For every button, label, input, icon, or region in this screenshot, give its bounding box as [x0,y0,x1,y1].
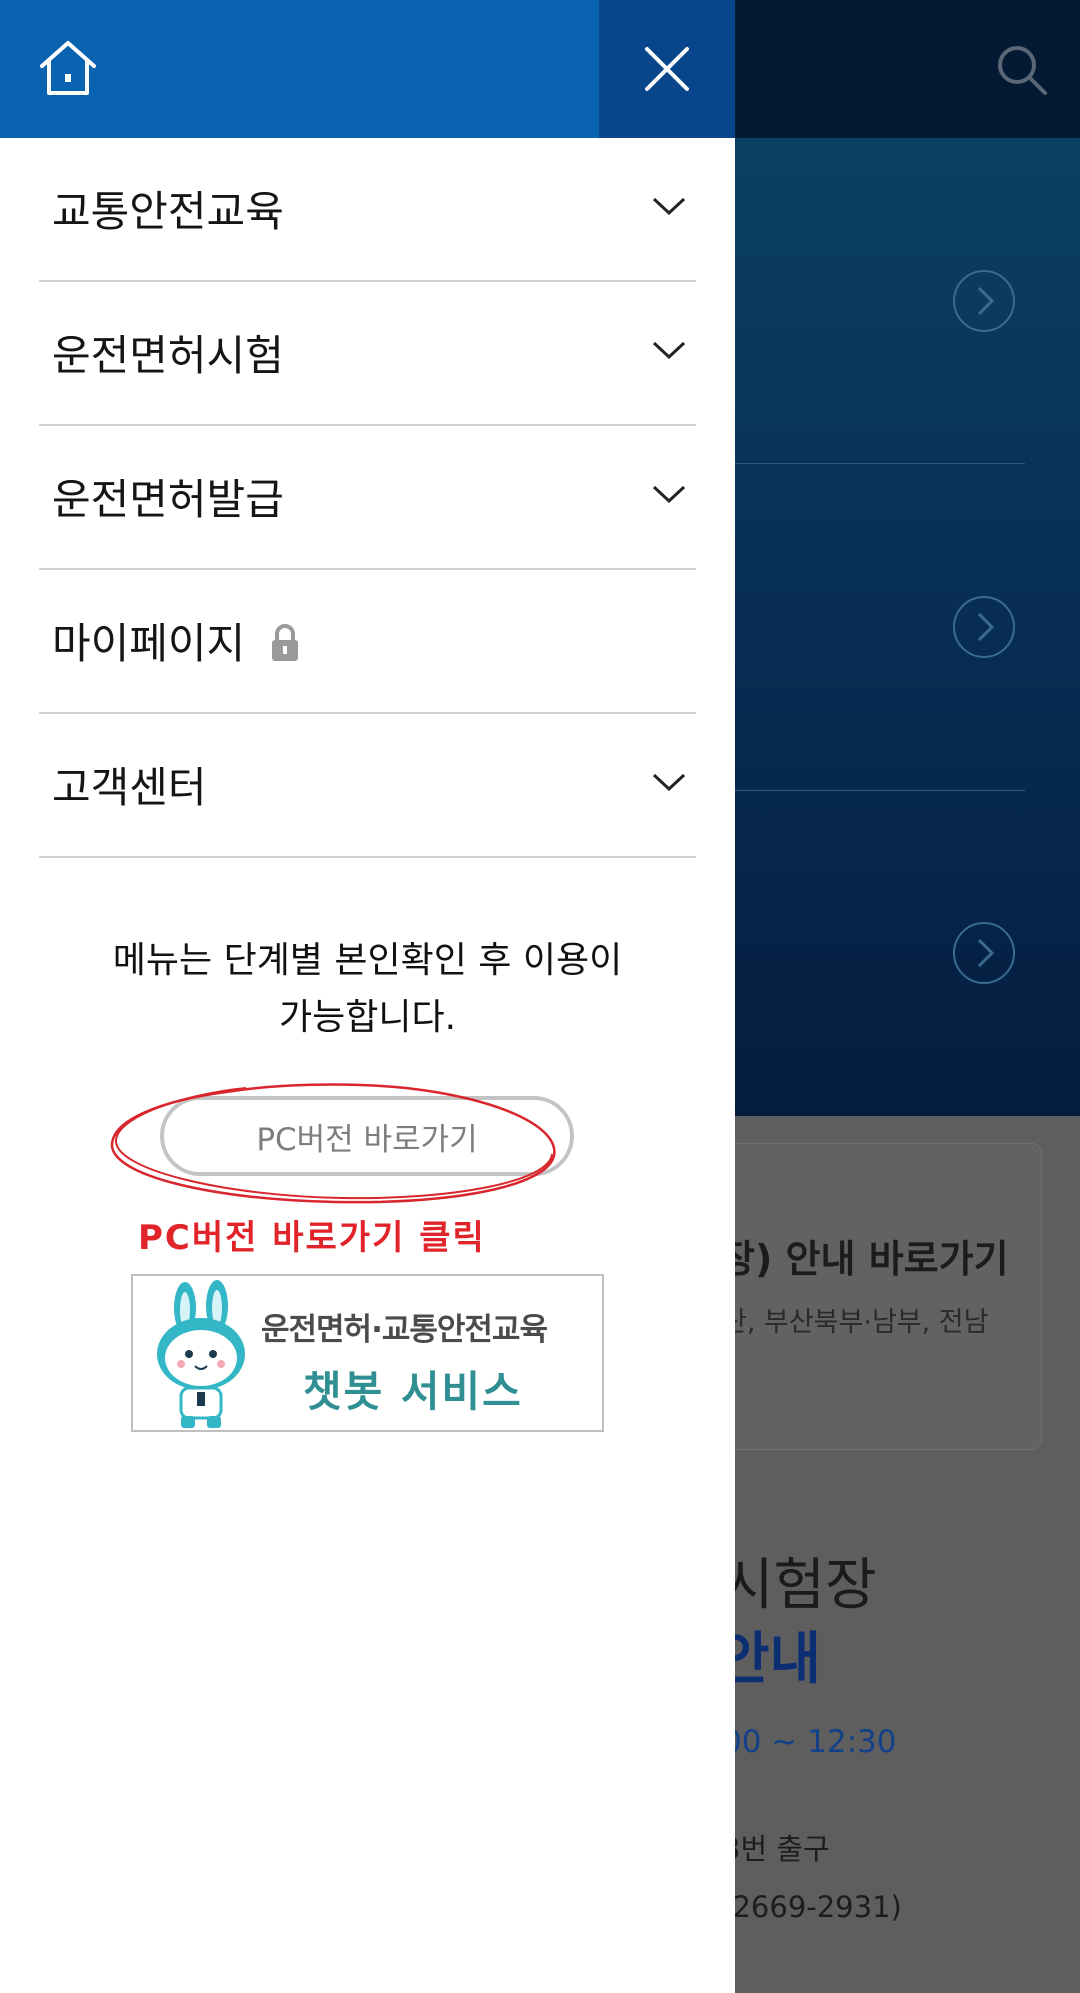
background-time: 00 ~ 12:30 [722,1724,897,1760]
menu-item-label: 운전면허발급 [52,475,284,524]
chevron-down-icon [652,773,686,792]
background-phone: -2669-2931) [722,1890,902,1924]
menu-item-license-test[interactable]: 운전면허시험 [39,282,696,426]
side-drawer: 교통안전교육 운전면허시험 운전면허발급 마이페이지 고객센터 메뉴는 단계별 … [0,0,735,1993]
home-icon[interactable] [36,36,100,100]
menu-item-customer-center[interactable]: 고객센터 [39,714,696,858]
menu-item-label: 교통안전교육 [52,187,284,236]
notice-text: 메뉴는 단계별 본인확인 후 이용이 가능합니다. [60,932,675,1046]
menu-item-label: 마이페이지 [52,619,246,668]
menu-item-my-page[interactable]: 마이페이지 [39,570,696,714]
chatbot-service-label: 챗봇 서비스 [303,1367,523,1416]
close-button[interactable] [599,0,735,138]
menu-item-traffic-safety-education[interactable]: 교통안전교육 [39,138,696,282]
background-exam-title: 시험장 [722,1553,877,1618]
menu-item-label: 고객센터 [52,763,207,812]
chevron-down-icon [652,197,686,216]
notice-line-2: 가능합니다. [278,997,457,1038]
menu-item-license-issuance[interactable]: 운전면허발급 [39,426,696,570]
drawer-menu: 교통안전교육 운전면허시험 운전면허발급 마이페이지 고객센터 [39,138,696,858]
arrow-circle-icon[interactable] [952,269,1016,333]
background-card-title: 장) 안내 바로가기 [720,1237,1009,1281]
close-icon [645,47,689,91]
drawer-header [0,0,735,138]
background-exit: 3번 출구 [722,1832,830,1866]
arrow-circle-icon[interactable] [952,921,1016,985]
background-card-subtitle: 산, 부산북부·남부, 전남 [722,1307,989,1338]
chevron-down-icon [652,341,686,360]
chatbot-banner[interactable]: 운전면허·교통안전교육 챗봇 서비스 [131,1274,604,1432]
annotation-text: PC버전 바로가기 클릭 [138,1218,486,1258]
background-card[interactable] [720,1143,1042,1450]
menu-item-label: 운전면허시험 [52,331,284,380]
arrow-circle-icon[interactable] [952,595,1016,659]
screen: 장) 안내 바로가기 산, 부산북부·남부, 전남 시험장 안내 00 ~ 12… [0,0,1080,1993]
lock-icon [272,624,298,661]
red-circle-annotation [110,1083,556,1204]
search-icon[interactable] [994,42,1050,98]
chevron-down-icon [652,485,686,504]
chatbot-title: 운전면허·교통안전교육 [261,1312,548,1348]
background-divider [735,790,1025,791]
rabbit-mascot-icon [157,1280,245,1428]
notice-line-1: 메뉴는 단계별 본인확인 후 이용이 [112,940,623,981]
background-divider [735,463,1025,464]
